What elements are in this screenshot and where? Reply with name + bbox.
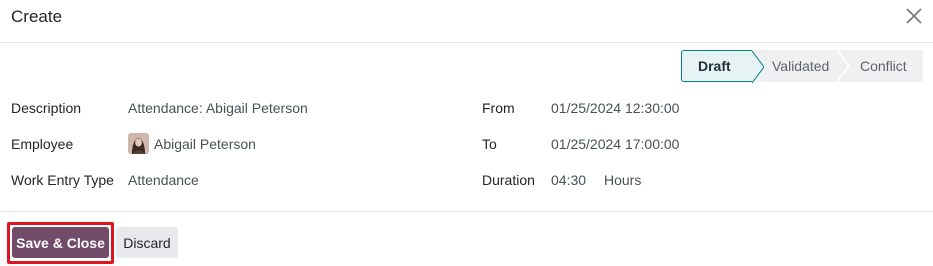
discard-button[interactable]: Discard bbox=[116, 227, 178, 258]
close-icon[interactable] bbox=[905, 7, 923, 25]
footer-divider bbox=[0, 211, 933, 212]
to-field[interactable]: 01/25/2024 17:00:00 bbox=[551, 135, 679, 153]
description-label: Description bbox=[11, 100, 82, 116]
stage-validated[interactable]: Validated bbox=[752, 50, 849, 82]
from-label: From bbox=[482, 100, 515, 116]
stage-draft-label: Draft bbox=[698, 58, 731, 74]
duration-field[interactable]: 04:30 bbox=[551, 171, 586, 189]
employee-avatar[interactable] bbox=[128, 133, 149, 154]
duration-unit: Hours bbox=[604, 172, 642, 188]
description-field[interactable]: Attendance: Abigail Peterson bbox=[128, 99, 308, 117]
to-label: To bbox=[482, 136, 497, 152]
duration-label: Duration bbox=[482, 172, 535, 188]
work-entry-type-label: Work Entry Type bbox=[11, 172, 114, 188]
stage-draft[interactable]: Draft bbox=[681, 50, 764, 83]
status-bar: Draft Validated Conflict bbox=[681, 50, 923, 83]
create-dialog: Create Draft Validated Conflict Descript… bbox=[0, 0, 933, 266]
dialog-title: Create bbox=[11, 7, 63, 26]
dialog-header: Create bbox=[0, 0, 933, 43]
stage-arrow-icon bbox=[837, 50, 849, 82]
stage-conflict[interactable]: Conflict bbox=[837, 50, 923, 82]
employee-field[interactable]: Abigail Peterson bbox=[154, 135, 256, 153]
stage-validated-label: Validated bbox=[772, 58, 830, 74]
employee-label: Employee bbox=[11, 136, 74, 152]
stage-conflict-label: Conflict bbox=[860, 58, 907, 74]
save-close-button[interactable]: Save & Close bbox=[12, 227, 109, 258]
from-field[interactable]: 01/25/2024 12:30:00 bbox=[551, 99, 679, 117]
work-entry-type-field[interactable]: Attendance bbox=[128, 171, 199, 189]
stage-arrow-icon bbox=[752, 51, 764, 83]
